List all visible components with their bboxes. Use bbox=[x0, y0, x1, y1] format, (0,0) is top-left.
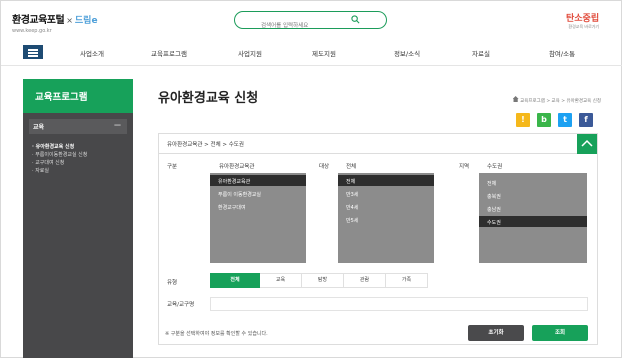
logo-separator: × bbox=[66, 16, 73, 25]
breadcrumb-text: 교육프로그램 > 교육 > 유아환경교육 신청 bbox=[520, 99, 601, 104]
brand-subtext: 환경교육 바로가기 bbox=[568, 24, 600, 29]
target-selected: 전체 bbox=[346, 164, 357, 170]
facebook-share-button[interactable]: f bbox=[579, 113, 593, 127]
hamburger-menu-button[interactable] bbox=[23, 45, 43, 59]
search-box bbox=[234, 11, 387, 34]
sidebar-item-archive[interactable]: · 자료실 bbox=[32, 167, 133, 175]
search-input[interactable] bbox=[261, 18, 381, 34]
target-option[interactable]: 만3세 bbox=[338, 188, 434, 199]
breadcrumb: 교육프로그램 > 교육 > 유아환경교육 신청 bbox=[512, 96, 601, 104]
site-header: 환경교육포털×드림e www.keep.go.kr 탄소중립 환경교육 바로가기 bbox=[1, 1, 622, 41]
nav-item-policy[interactable]: 제도지원 bbox=[312, 48, 336, 58]
search-icon[interactable] bbox=[351, 15, 360, 24]
nav-item-programs[interactable]: 교육프로그램 bbox=[151, 48, 187, 58]
selection-note: ※ 구분을 선택하여야 정보를 확인할 수 있습니다. bbox=[165, 331, 268, 337]
page: 환경교육포털×드림e www.keep.go.kr 탄소중립 환경교육 바로가기… bbox=[0, 0, 622, 358]
target-label: 대상 bbox=[319, 164, 330, 170]
sidebar-item-rental[interactable]: · 교구대여 신청 bbox=[32, 159, 133, 167]
target-option[interactable]: 전체 bbox=[338, 175, 434, 186]
hamburger-icon-line bbox=[28, 55, 38, 57]
region-listbox[interactable]: 전체 충북권 충남권 수도권 bbox=[479, 173, 587, 263]
sidebar-title: 교육프로그램 bbox=[23, 79, 133, 113]
bookmark-button[interactable]: ! bbox=[516, 113, 530, 127]
brand-text: 탄소중립 bbox=[566, 14, 600, 24]
nav-item-archive[interactable]: 자료실 bbox=[472, 48, 490, 58]
program-name-input[interactable] bbox=[210, 297, 588, 311]
sidebar-list: · 유아환경교육 신청 · 푸름이이동환경교실 신청 · 교구대여 신청 · 자… bbox=[32, 143, 133, 175]
twitter-icon: t bbox=[563, 115, 567, 124]
sidebar-item-label: 유아환경교육 신청 bbox=[35, 144, 75, 150]
sidebar-item-label: 교구대여 신청 bbox=[35, 160, 65, 166]
sidebar-item-label: 자료실 bbox=[35, 168, 49, 174]
nav-item-intro[interactable]: 사업소개 bbox=[80, 48, 104, 58]
target-listbox[interactable]: 전체 만3세 만4세 만5세 bbox=[338, 173, 434, 263]
reset-button[interactable]: 초기화 bbox=[468, 325, 524, 341]
hamburger-icon bbox=[28, 49, 38, 51]
selection-path: 유아환경교육관 > 전체 > 수도권 bbox=[167, 142, 244, 148]
category-selected: 유아환경교육관 bbox=[219, 164, 255, 170]
name-field-label: 교육/교구명 bbox=[167, 302, 195, 308]
type-label: 유형 bbox=[167, 280, 178, 286]
type-option-family[interactable]: 가족 bbox=[386, 273, 428, 288]
logo-url: www.keep.go.kr bbox=[12, 28, 52, 34]
target-option[interactable]: 만5세 bbox=[338, 214, 434, 225]
chevron-up-icon bbox=[581, 139, 593, 147]
main-nav: 사업소개 교육프로그램 사업지원 제도지원 정보/소식 자료실 참여/소통 bbox=[1, 44, 622, 66]
collapse-panel-button[interactable] bbox=[577, 134, 597, 154]
type-option-education[interactable]: 교육 bbox=[260, 273, 302, 288]
carbon-neutral-link[interactable]: 탄소중립 환경교육 바로가기 bbox=[566, 11, 599, 30]
sidebar-section-label: 교육 bbox=[33, 124, 45, 131]
region-option[interactable]: 충남권 bbox=[479, 203, 587, 214]
collapse-icon[interactable]: — bbox=[114, 121, 121, 129]
logo-partner: 드림e bbox=[74, 16, 98, 26]
nav-item-news[interactable]: 정보/소식 bbox=[394, 48, 420, 58]
type-option-tour[interactable]: 탐방 bbox=[302, 273, 344, 288]
type-option-all[interactable]: 전체 bbox=[210, 273, 260, 288]
nav-item-community[interactable]: 참여/소통 bbox=[549, 48, 575, 58]
sidebar-section-education[interactable]: 교육 — bbox=[29, 119, 127, 134]
blog-share-button[interactable]: b bbox=[537, 113, 551, 127]
target-option[interactable]: 만4세 bbox=[338, 201, 434, 212]
category-listbox[interactable]: 유아환경교육관 푸름이 이동환경교실 환경교구대여 bbox=[210, 173, 306, 263]
sidebar-item-mobile-class[interactable]: · 푸름이이동환경교실 신청 bbox=[32, 151, 133, 159]
region-option[interactable]: 충북권 bbox=[479, 190, 587, 201]
site-logo[interactable]: 환경교육포털 × 드림e www.keep.go.kr bbox=[12, 8, 98, 34]
home-icon[interactable] bbox=[512, 96, 519, 102]
type-option-viewing[interactable]: 관람 bbox=[344, 273, 386, 288]
category-option[interactable]: 환경교구대여 bbox=[210, 201, 306, 212]
page-title: 유아환경교육 신청 bbox=[158, 91, 259, 106]
region-label: 지역 bbox=[459, 164, 470, 170]
sidebar-item-preschool[interactable]: · 유아환경교육 신청 bbox=[32, 143, 133, 151]
region-option[interactable]: 전체 bbox=[479, 177, 587, 188]
logo-text: 환경교육포털 bbox=[12, 15, 65, 26]
panel-header: 유아환경교육관 > 전체 > 수도권 bbox=[159, 134, 597, 154]
hamburger-icon-line bbox=[28, 52, 38, 54]
bookmark-icon: ! bbox=[521, 115, 525, 124]
facebook-icon: f bbox=[584, 115, 588, 124]
region-option[interactable]: 수도권 bbox=[479, 216, 587, 227]
category-option[interactable]: 유아환경교육관 bbox=[210, 175, 306, 186]
sidebar: 교육프로그램 교육 — · 유아환경교육 신청 · 푸름이이동환경교실 신청 ·… bbox=[23, 79, 133, 358]
twitter-share-button[interactable]: t bbox=[558, 113, 572, 127]
category-option[interactable]: 푸름이 이동환경교실 bbox=[210, 188, 306, 199]
category-label: 구분 bbox=[167, 164, 178, 170]
blog-icon: b bbox=[541, 115, 547, 124]
search-button[interactable]: 조회 bbox=[532, 325, 588, 341]
sidebar-item-label: 푸름이이동환경교실 신청 bbox=[35, 152, 88, 158]
nav-item-support[interactable]: 사업지원 bbox=[238, 48, 262, 58]
region-selected: 수도권 bbox=[487, 164, 503, 170]
